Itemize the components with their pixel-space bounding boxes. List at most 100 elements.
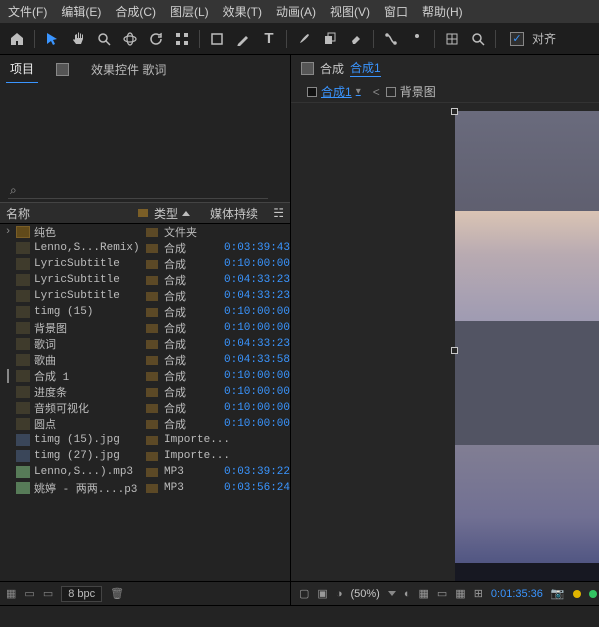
label-color-icon[interactable]: [146, 292, 158, 301]
label-color-icon[interactable]: [146, 436, 158, 445]
project-item[interactable]: timg (15).jpgImporte...: [0, 432, 290, 448]
menu-composition[interactable]: 合成(C): [115, 3, 156, 20]
viewer-canvas[interactable]: [455, 111, 599, 581]
fast-previews-icon[interactable]: [589, 590, 597, 598]
orbit-tool-icon[interactable]: [119, 28, 141, 50]
expand-icon[interactable]: ›: [0, 226, 16, 238]
menu-file[interactable]: 文件(F): [8, 3, 47, 20]
pen-tool-icon[interactable]: [232, 28, 254, 50]
brush-tool-icon[interactable]: [293, 28, 315, 50]
home-icon[interactable]: [6, 28, 28, 50]
zoom-dropdown[interactable]: (50%): [350, 588, 379, 600]
transparency-icon[interactable]: ▦: [418, 587, 428, 600]
col-type[interactable]: 类型: [148, 205, 204, 222]
search-icon[interactable]: [467, 28, 489, 50]
project-item[interactable]: 圆点合成0:10:00:00: [0, 416, 290, 432]
guides-icon[interactable]: ⊞: [474, 587, 483, 600]
project-item[interactable]: Lenno,S...Remix)合成0:03:39:43: [0, 240, 290, 256]
project-item[interactable]: 合成 1合成0:10:00:00: [0, 368, 290, 384]
project-item[interactable]: 歌词合成0:04:33:23: [0, 336, 290, 352]
region-icon[interactable]: ▭: [437, 587, 447, 600]
hand-tool-icon[interactable]: [67, 28, 89, 50]
channel-icon[interactable]: ▣: [317, 587, 327, 600]
zoom-tool-icon[interactable]: [93, 28, 115, 50]
project-item[interactable]: timg (27).jpgImporte...: [0, 448, 290, 464]
label-color-icon[interactable]: [146, 308, 158, 317]
text-tool-icon[interactable]: T: [258, 28, 280, 50]
rotate-tool-icon[interactable]: [145, 28, 167, 50]
item-checkbox[interactable]: [7, 369, 9, 383]
timecode-display[interactable]: 0:01:35:36: [491, 588, 543, 600]
project-item[interactable]: timg (15)合成0:10:00:00: [0, 304, 290, 320]
roto-tool-icon[interactable]: [380, 28, 402, 50]
label-color-icon[interactable]: [146, 356, 158, 365]
project-item[interactable]: Lenno,S...).mp3MP30:03:39:22: [0, 464, 290, 480]
project-item[interactable]: 背景图合成0:10:00:00: [0, 320, 290, 336]
transform-handle[interactable]: [451, 108, 458, 115]
menu-view[interactable]: 视图(V): [330, 3, 370, 20]
grid-tool-icon[interactable]: [441, 28, 463, 50]
tab-project[interactable]: 项目: [6, 55, 38, 84]
snap-checkbox[interactable]: ✓: [510, 32, 524, 46]
comp-tab-name[interactable]: 合成1: [350, 59, 381, 77]
label-color-icon[interactable]: [146, 228, 158, 237]
audio-icon: [16, 482, 30, 494]
col-name[interactable]: 名称: [0, 205, 132, 222]
clone-tool-icon[interactable]: [319, 28, 341, 50]
anchor-tool-icon[interactable]: [171, 28, 193, 50]
label-color-icon[interactable]: [146, 388, 158, 397]
trash-icon[interactable]: 🗑: [110, 587, 124, 600]
resolution-icon[interactable]: ◐: [404, 588, 411, 600]
col-label[interactable]: [132, 209, 148, 217]
project-item[interactable]: 音频可视化合成0:10:00:00: [0, 400, 290, 416]
transform-handle[interactable]: [451, 347, 458, 354]
interpret-footage-icon[interactable]: ▦: [6, 587, 16, 600]
project-search-input[interactable]: [8, 181, 268, 199]
project-item[interactable]: 歌曲合成0:04:33:58: [0, 352, 290, 368]
label-color-icon[interactable]: [146, 420, 158, 429]
label-color-icon[interactable]: [146, 372, 158, 381]
label-color-icon[interactable]: [146, 276, 158, 285]
new-bin-icon[interactable]: ▭: [24, 587, 34, 600]
item-name: timg (15): [34, 306, 142, 318]
crumb-comp1[interactable]: 合成1▾: [307, 83, 367, 100]
camera-icon[interactable]: 📷: [551, 587, 565, 600]
folder-icon: [16, 226, 30, 238]
project-item[interactable]: LyricSubtitle合成0:04:33:23: [0, 288, 290, 304]
menu-layer[interactable]: 图层(L): [170, 3, 209, 20]
bit-depth-button[interactable]: 8 bpc: [61, 586, 102, 602]
draft-3d-icon[interactable]: [573, 590, 581, 598]
project-item[interactable]: 姚婷 - 两两....p3MP30:03:56:24: [0, 480, 290, 496]
menu-edit[interactable]: 编辑(E): [61, 3, 101, 20]
composition-viewer[interactable]: [291, 103, 599, 581]
new-folder-icon[interactable]: ▭: [43, 587, 53, 600]
label-color-icon[interactable]: [146, 244, 158, 253]
mask-icon[interactable]: ◑: [336, 588, 343, 600]
label-color-icon[interactable]: [146, 324, 158, 333]
shape-tool-icon[interactable]: [206, 28, 228, 50]
label-color-icon[interactable]: [146, 260, 158, 269]
label-color-icon[interactable]: [146, 468, 158, 477]
project-items-list[interactable]: ›纯色文件夹Lenno,S...Remix)合成0:03:39:43LyricS…: [0, 224, 290, 581]
label-color-icon[interactable]: [146, 404, 158, 413]
project-item[interactable]: LyricSubtitle合成0:04:33:23: [0, 272, 290, 288]
grid-icon[interactable]: ▦: [455, 587, 465, 600]
menu-help[interactable]: 帮助(H): [422, 3, 463, 20]
tab-effect-controls[interactable]: 效果控件 歌词: [87, 56, 170, 83]
selection-tool-icon[interactable]: [41, 28, 63, 50]
label-color-icon[interactable]: [146, 452, 158, 461]
label-color-icon[interactable]: [146, 484, 158, 493]
project-item[interactable]: ›纯色文件夹: [0, 224, 290, 240]
menu-animation[interactable]: 动画(A): [276, 3, 316, 20]
take-snapshot-icon[interactable]: ▢: [299, 587, 309, 600]
menu-window[interactable]: 窗口: [384, 3, 408, 20]
project-item[interactable]: 进度条合成0:10:00:00: [0, 384, 290, 400]
puppet-tool-icon[interactable]: [406, 28, 428, 50]
crumb-background[interactable]: 背景图: [386, 83, 442, 100]
eraser-tool-icon[interactable]: [345, 28, 367, 50]
label-color-icon[interactable]: [146, 340, 158, 349]
flowchart-icon[interactable]: ☵: [273, 206, 284, 220]
col-media-duration[interactable]: 媒体持续☵: [204, 205, 290, 222]
menu-effect[interactable]: 效果(T): [223, 3, 262, 20]
project-item[interactable]: LyricSubtitle合成0:10:00:00: [0, 256, 290, 272]
